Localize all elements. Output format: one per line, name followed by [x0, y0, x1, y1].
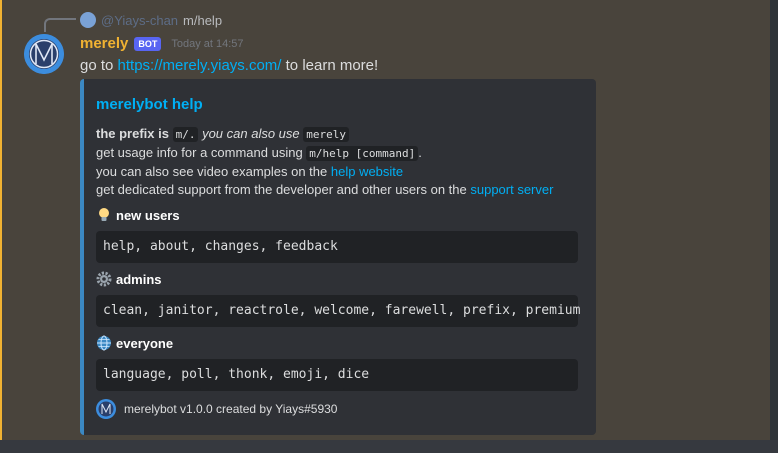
globe-icon: [97, 335, 111, 351]
field-new-users-value: help, about, changes, feedback: [96, 231, 578, 263]
usage-text: get usage info for a command using: [96, 145, 307, 160]
reply-text[interactable]: m/help: [183, 13, 222, 28]
field-title: admins: [116, 271, 162, 287]
merely-logo-icon: [24, 34, 64, 74]
embed-footer: merelybot v1.0.0 created by Yiays#5930: [96, 399, 337, 419]
footer-logo-icon: [96, 399, 116, 419]
help-embed: merelybot help the prefix is m/. you can…: [80, 79, 596, 435]
scrollbar[interactable]: [770, 0, 778, 440]
message-text-after: to learn more!: [281, 57, 379, 74]
usage-end: .: [418, 145, 422, 160]
username[interactable]: merely: [80, 35, 128, 52]
help-website-link[interactable]: help website: [331, 164, 403, 179]
timestamp: Today at 14:57: [171, 37, 244, 50]
support-server-link[interactable]: support server: [470, 182, 553, 197]
field-admins-name: admins: [96, 271, 162, 287]
prefix-code: m/.: [172, 127, 199, 142]
reply-username[interactable]: @Yiays-chan: [101, 13, 178, 28]
reply-connector: [44, 18, 76, 32]
avatar[interactable]: [24, 34, 64, 74]
video-text: you can also see video examples on the: [96, 164, 331, 179]
alt-prefix-text: you can also use: [198, 126, 304, 141]
reply-avatar[interactable]: [80, 12, 96, 28]
lightbulb-icon: [99, 208, 109, 221]
message-header: merely BOT Today at 14:57: [80, 35, 244, 52]
embed-title: merelybot help: [96, 96, 203, 113]
field-admins-value: clean, janitor, reactrole, welcome, fare…: [96, 295, 580, 327]
support-text: get dedicated support from the developer…: [96, 182, 471, 197]
website-link[interactable]: https://merely.yiays.com/: [118, 57, 282, 74]
field-new-users-name: new users: [96, 207, 180, 223]
prefix-label: the prefix is: [96, 126, 173, 141]
reply-preview[interactable]: @Yiays-chan m/help: [80, 11, 222, 29]
bottom-bar: [0, 440, 778, 453]
gear-icon: [96, 271, 112, 287]
field-title: new users: [116, 207, 180, 223]
field-title: everyone: [116, 335, 174, 351]
message-content: go to https://merely.yiays.com/ to learn…: [80, 57, 378, 74]
help-command-code: m/help [command]: [306, 146, 419, 161]
footer-text: merelybot v1.0.0 created by Yiays#5930: [124, 402, 338, 416]
alt-prefix-code: merely: [303, 127, 349, 142]
field-everyone-name: everyone: [96, 335, 173, 351]
field-everyone-value: language, poll, thonk, emoji, dice: [96, 359, 578, 391]
message-container: @Yiays-chan m/help merely BOT Today at 1…: [0, 0, 772, 440]
message-text-before: go to: [80, 57, 118, 74]
bot-badge: BOT: [134, 36, 162, 51]
embed-description: the prefix is m/. you can also use merel…: [96, 125, 586, 199]
